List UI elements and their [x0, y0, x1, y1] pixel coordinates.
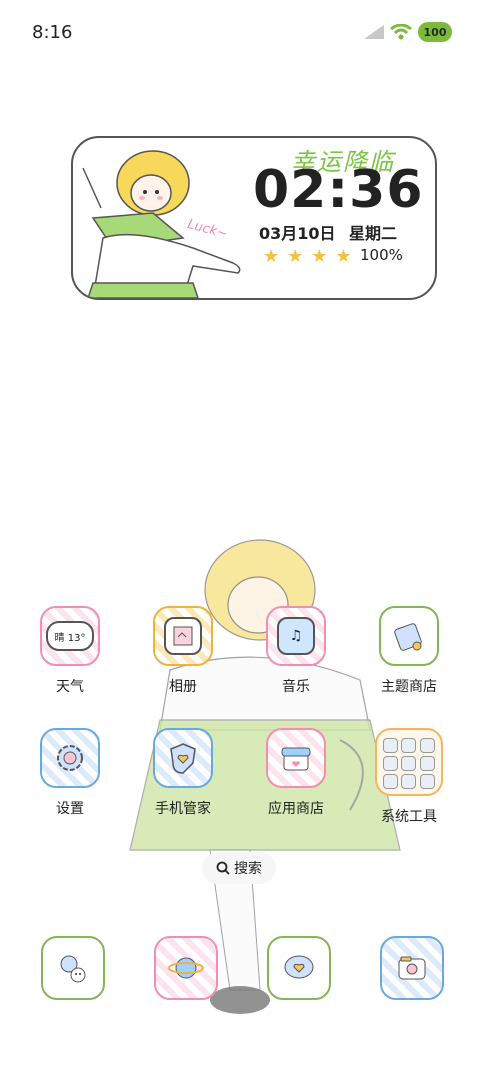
app-app-store[interactable]: 应用商店 [246, 728, 346, 818]
app-settings[interactable]: 设置 [20, 728, 120, 818]
status-icons: 100 [364, 22, 452, 42]
browser-icon[interactable] [154, 936, 218, 1000]
app-label: 系统工具 [381, 809, 437, 825]
phone-icon[interactable] [41, 936, 105, 1000]
app-label: 音乐 [282, 679, 310, 695]
weather-badge: 晴 13° [46, 621, 94, 651]
signal-icon [364, 25, 384, 39]
star-icon: ★ [263, 246, 280, 267]
folder-grid [379, 734, 439, 790]
star-icon: ★ [311, 246, 328, 267]
theme-store-icon[interactable] [379, 606, 439, 666]
weather-icon[interactable]: 晴 13° [40, 606, 100, 666]
widget-weekday: 星期二 [349, 224, 398, 243]
app-label: 天气 [56, 679, 84, 695]
app-security[interactable]: 手机管家 [133, 728, 233, 818]
wifi-icon [390, 24, 412, 40]
girl-illustration-icon [82, 150, 241, 298]
clock-widget[interactable]: Luck~ 幸运降临 02:36 03月10日 星期二 ★ ★ ★ ★ 100% [71, 136, 437, 300]
gallery-icon[interactable] [153, 606, 213, 666]
app-system-tools[interactable]: 系统工具 [359, 728, 459, 826]
search-button[interactable]: 搜索 [202, 852, 276, 884]
widget-time: 02:36 [253, 160, 424, 220]
app-theme-store[interactable]: 主题商店 [359, 606, 459, 696]
star-icon: ★ [287, 246, 304, 267]
security-icon[interactable] [153, 728, 213, 788]
settings-icon[interactable] [40, 728, 100, 788]
app-label: 主题商店 [381, 679, 437, 695]
search-label: 搜索 [234, 861, 262, 877]
status-time: 8:16 [32, 22, 73, 43]
star-row: ★ ★ ★ ★ [263, 246, 352, 267]
app-weather[interactable]: 晴 13° 天气 [20, 606, 120, 696]
star-icon: ★ [335, 246, 352, 267]
app-gallery[interactable]: 相册 [133, 606, 233, 696]
messages-icon[interactable] [267, 936, 331, 1000]
folder-icon[interactable] [375, 728, 443, 796]
photo-frame-icon [164, 617, 202, 655]
app-label: 相册 [169, 679, 197, 695]
widget-battery: 100% [360, 246, 403, 264]
battery-level: 100 [423, 25, 447, 39]
music-note-icon: ♫ [277, 617, 315, 655]
app-label: 手机管家 [155, 801, 211, 817]
app-music[interactable]: ♫ 音乐 [246, 606, 346, 696]
status-bar: 8:16 100 [0, 0, 480, 70]
app-label: 设置 [56, 801, 84, 817]
widget-date: 03月10日 [259, 224, 336, 243]
music-icon[interactable]: ♫ [266, 606, 326, 666]
search-icon [216, 861, 230, 875]
camera-icon[interactable] [380, 936, 444, 1000]
app-label: 应用商店 [268, 801, 324, 817]
battery-icon: 100 [418, 22, 452, 42]
app-store-icon[interactable] [266, 728, 326, 788]
